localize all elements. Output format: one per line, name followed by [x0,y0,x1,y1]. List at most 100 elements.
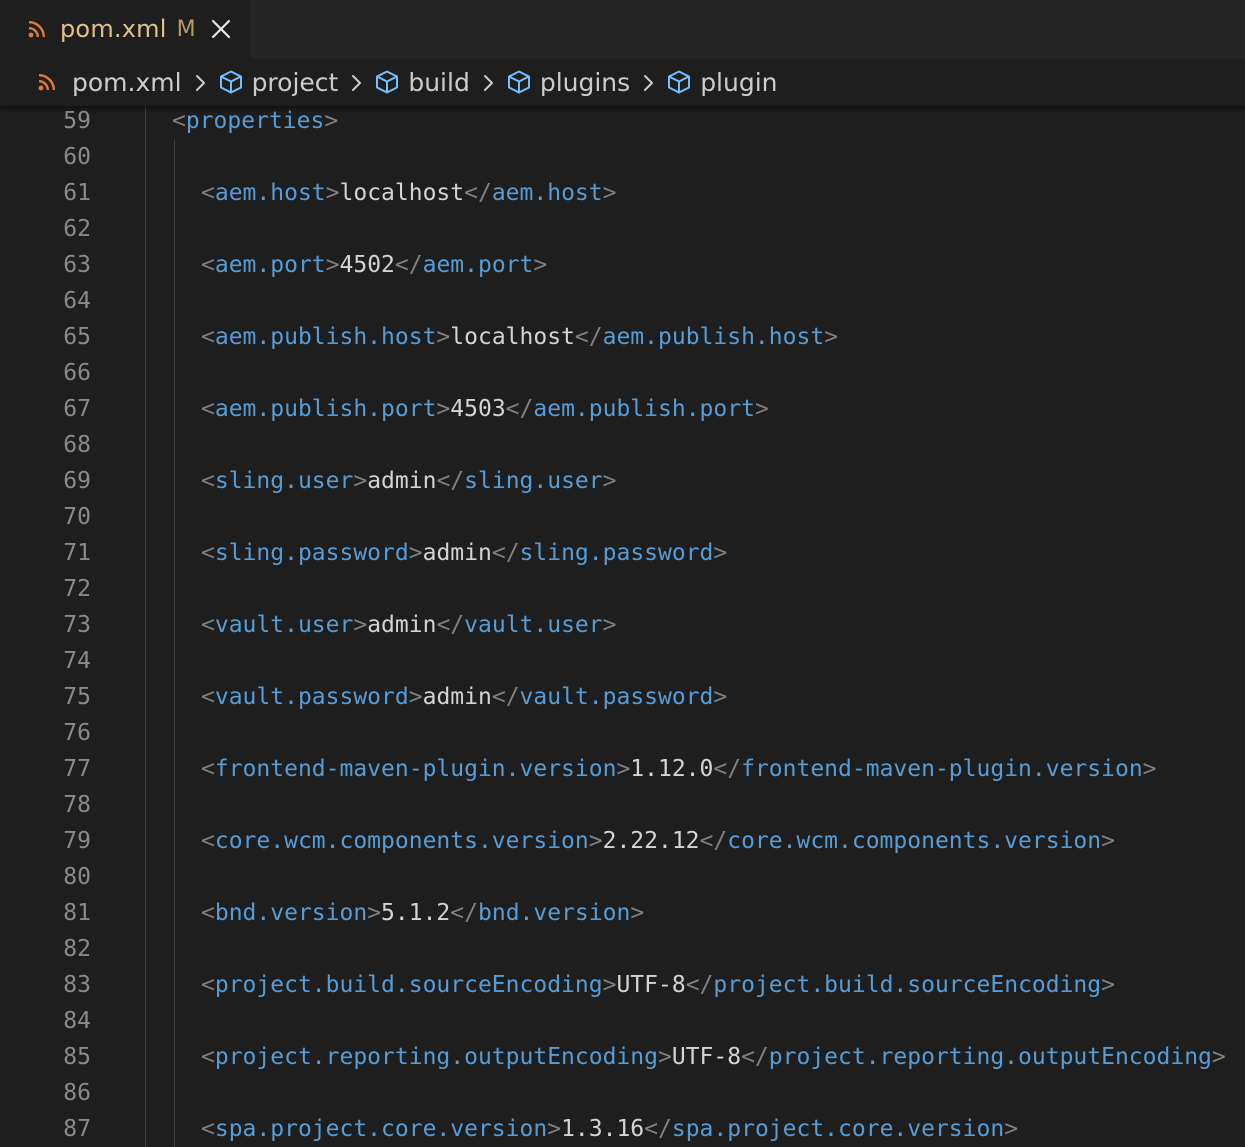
xml-tag-name: project.build.sourceEncoding [713,972,1102,998]
code-content: <aem.host>localhost</aem.host> [201,175,616,211]
xml-tag-name: aem.port [214,252,326,278]
code-line[interactable]: 82 [0,931,1245,967]
line-number: 78 [63,792,91,818]
xml-text-value: 1.12.0 [630,756,714,782]
code-line[interactable]: 83 <project.build.sourceEncoding>UTF-8</p… [0,967,1245,1003]
xml-tag-name: frontend-maven-plugin.version [214,756,617,782]
code-line[interactable]: 79 <core.wcm.components.version>2.22.12</… [0,823,1245,859]
xml-tag-name: properties [185,108,325,134]
code-line[interactable]: 60 [0,139,1245,175]
breadcrumb-item-build[interactable]: build [374,68,470,97]
code-line[interactable]: 76 [0,715,1245,751]
code-line[interactable]: 72 [0,571,1245,607]
chevron-right-icon [482,71,496,93]
tag-bracket: > [547,1116,562,1142]
code-line[interactable]: 75 <vault.password>admin</vault.password> [0,679,1245,715]
code-line[interactable]: 59 <properties> [0,106,1245,139]
code-line[interactable]: 66 [0,355,1245,391]
tag-bracket: </ [464,180,492,206]
code-line[interactable]: 85 <project.reporting.outputEncoding>UTF-… [0,1039,1245,1075]
tag-bracket: > [1142,756,1157,782]
xml-tag-name: sling.password [519,540,714,566]
code-line[interactable]: 87 <spa.project.core.version>1.3.16</spa.… [0,1111,1245,1147]
code-line[interactable]: 61 <aem.host>localhost</aem.host> [0,175,1245,211]
code-line[interactable]: 71 <sling.password>admin</sling.password> [0,535,1245,571]
line-number: 80 [63,864,91,890]
tag-bracket: </ [741,1044,769,1070]
tag-bracket: < [201,684,215,710]
breadcrumb-item-plugin[interactable]: plugin [666,68,778,97]
breadcrumb-item-plugins[interactable]: plugins [506,68,630,97]
code-content: <aem.publish.port>4503</aem.publish.port… [201,391,769,427]
tag-bracket: < [201,1044,215,1070]
tag-bracket: < [172,108,186,134]
rss-icon [38,73,56,91]
breadcrumb-item-file[interactable]: pom.xml [38,68,182,97]
line-number: 79 [63,828,91,854]
xml-text-value: admin [422,540,492,566]
code-line[interactable]: 64 [0,283,1245,319]
tag-bracket: </ [505,396,534,422]
code-content: <vault.password>admin</vault.password> [201,679,727,715]
tag-bracket: </ [394,252,423,278]
xml-tag-name: vault.password [214,684,409,710]
code-line[interactable]: 69 <sling.user>admin</sling.user> [0,463,1245,499]
tag-bracket: > [324,108,339,134]
tag-bracket: > [408,540,423,566]
code-line[interactable]: 68 [0,427,1245,463]
code-line[interactable]: 67 <aem.publish.port>4503</aem.publish.po… [0,391,1245,427]
tag-bracket: </ [574,324,603,350]
tag-bracket: < [201,612,215,638]
xml-tag-name: frontend-maven-plugin.version [741,756,1143,782]
code-content: <vault.user>admin</vault.user> [201,607,617,643]
breadcrumb-item-project[interactable]: project [218,68,338,97]
tag-bracket: > [353,468,368,494]
line-number: 73 [63,612,91,638]
code-line[interactable]: 78 [0,787,1245,823]
tag-bracket: < [201,756,215,782]
tag-bracket: > [436,396,451,422]
code-line[interactable]: 74 [0,643,1245,679]
tag-bracket: < [201,900,215,926]
line-number: 71 [63,540,91,566]
line-number: 74 [63,648,91,674]
line-number: 84 [63,1008,91,1034]
tab-pom-xml[interactable]: pom.xml M [0,0,250,58]
code-line[interactable]: 80 [0,859,1245,895]
code-line[interactable]: 86 [0,1075,1245,1111]
line-number: 65 [63,324,91,350]
xml-tag-name: vault.password [519,684,714,710]
xml-text-value: admin [422,684,492,710]
tag-bracket: > [616,756,631,782]
close-icon[interactable] [210,18,232,40]
cube-icon [218,69,244,95]
xml-tag-name: project.build.sourceEncoding [214,972,603,998]
tag-bracket: </ [699,828,728,854]
tag-bracket: > [602,972,617,998]
line-number: 82 [63,936,91,962]
tag-bracket: </ [713,756,742,782]
tag-bracket: < [201,252,215,278]
xml-tag-name: bnd.version [214,900,368,926]
code-line[interactable]: 77 <frontend-maven-plugin.version>1.12.0<… [0,751,1245,787]
code-editor[interactable]: 59 <properties> 60 61 <aem.host>localhost</a… [0,106,1245,1147]
code-line[interactable]: 81 <bnd.version>5.1.2</bnd.version> [0,895,1245,931]
line-number: 87 [63,1116,91,1142]
code-content: <project.build.sourceEncoding>UTF-8</pro… [201,967,1115,1003]
xml-tag-name: aem.publish.port [533,396,755,422]
breadcrumb: pom.xml project build plugins plugin [0,58,1245,106]
tag-bracket: < [201,324,215,350]
code-line[interactable]: 73 <vault.user>admin</vault.user> [0,607,1245,643]
code-content: <spa.project.core.version>1.3.16</spa.pr… [201,1111,1018,1147]
code-line[interactable]: 84 [0,1003,1245,1039]
tag-bracket: > [713,540,728,566]
code-line[interactable]: 63 <aem.port>4502</aem.port> [0,247,1245,283]
code-line[interactable]: 65 <aem.publish.host>localhost</aem.publi… [0,319,1245,355]
code-line[interactable]: 62 [0,211,1245,247]
xml-tag-name: aem.host [491,180,603,206]
tag-bracket: < [201,180,215,206]
line-number: 70 [63,504,91,530]
tag-bracket: > [1101,828,1115,854]
code-line[interactable]: 70 [0,499,1245,535]
xml-text-value: 2.22.12 [602,828,700,854]
